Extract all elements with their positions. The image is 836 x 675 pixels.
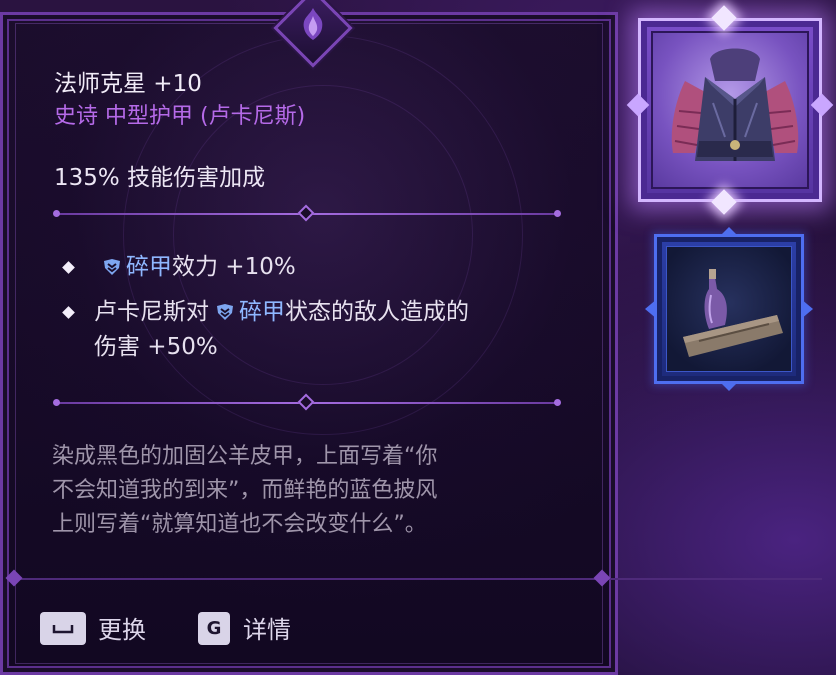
affix-keyword: 碎甲 xyxy=(126,254,172,280)
flavor-text: 染成黑色的加固公羊皮甲，上面写着“你 不会知道我的到来”，而鲜艳的蓝色披风 上则… xyxy=(52,440,572,542)
slot-arrow-left-icon xyxy=(645,299,657,319)
footer-divider xyxy=(14,578,822,580)
armor-item-icon xyxy=(671,48,799,161)
potion-item-slot[interactable] xyxy=(645,227,813,391)
potion-slot-background xyxy=(666,246,792,372)
swap-action-label[interactable]: 更换 xyxy=(98,610,146,645)
game-screen: 法师克星 +10 史诗 中型护甲 (卢卡尼斯) 135% 技能伤害加成 碎甲效力… xyxy=(0,0,836,675)
rogue-crest-icon xyxy=(303,8,323,40)
slot-highlight-gem xyxy=(711,189,737,215)
section-divider xyxy=(53,204,561,222)
item-primary-stat: 135% 技能伤害加成 xyxy=(54,165,266,191)
armor-slot-background xyxy=(651,31,809,189)
g-key-icon[interactable]: G xyxy=(198,612,230,645)
potion-item-icon xyxy=(683,269,783,357)
sunder-status-icon xyxy=(104,259,120,275)
slot-side-gem xyxy=(626,93,650,117)
spacebar-glyph-icon xyxy=(52,624,74,633)
slot-arrow-down-icon xyxy=(719,381,739,391)
flavor-line: 染成黑色的加固公羊皮甲，上面写着“你 xyxy=(52,444,438,469)
item-name: 法师克星 +10 xyxy=(54,71,202,97)
affix-keyword: 碎甲 xyxy=(239,299,285,325)
section-divider xyxy=(53,393,561,411)
background-rune-circle-inner xyxy=(173,85,473,385)
details-action-label[interactable]: 详情 xyxy=(243,610,291,645)
affix-suffix: 状态的敌人造成的 xyxy=(285,299,469,325)
armor-item-slot[interactable] xyxy=(626,5,834,215)
affix-prefix: 卢卡尼斯对 xyxy=(94,299,209,325)
slot-highlight-gem xyxy=(711,5,737,31)
slot-arrow-up-icon xyxy=(719,227,739,237)
affix-line: 碎甲效力 +10% xyxy=(102,250,296,284)
item-rarity-type: 史诗 中型护甲 (卢卡尼斯) xyxy=(54,104,306,129)
sunder-status-icon xyxy=(217,304,233,320)
flavor-line: 上则写着“就算知道也不会改变什么”。 xyxy=(52,512,427,537)
affix-text: 效力 +10% xyxy=(172,254,296,280)
slot-arrow-right-icon xyxy=(801,299,813,319)
affix-line-continued: 伤害 +50% xyxy=(94,334,218,360)
affix-line: 卢卡尼斯对 碎甲状态的敌人造成的 xyxy=(94,295,469,329)
space-key-icon[interactable] xyxy=(40,612,86,645)
flavor-line: 不会知道我的到来”，而鲜艳的蓝色披风 xyxy=(52,478,438,503)
